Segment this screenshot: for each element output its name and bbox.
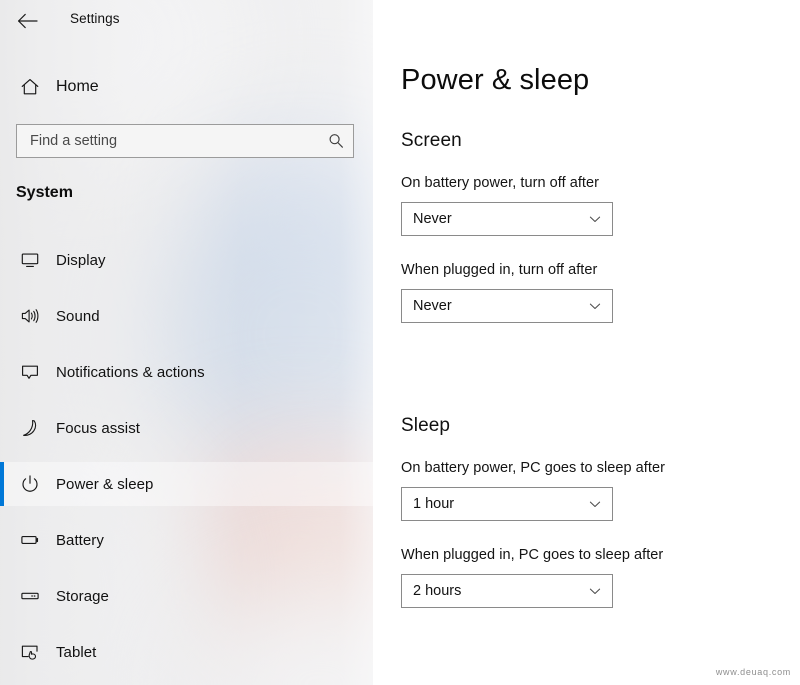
main-content: Power & sleep Screen On battery power, t… (373, 0, 800, 685)
dropdown-value: 2 hours (413, 583, 462, 599)
sidebar-item-focus-assist[interactable]: Focus assist (0, 406, 373, 450)
sleep-battery-timeout-dropdown[interactable]: 1 hour (401, 487, 613, 521)
field-label: When plugged in, PC goes to sleep after (401, 547, 664, 563)
sidebar-item-label: Storage (56, 587, 109, 605)
chevron-down-icon (578, 212, 612, 226)
sidebar-item-home-label: Home (56, 78, 99, 95)
storage-icon (8, 586, 52, 606)
power-icon (8, 474, 52, 494)
dropdown-value: Never (413, 211, 452, 227)
sidebar-item-label: Notifications & actions (56, 363, 205, 381)
search-box[interactable] (16, 124, 354, 158)
chevron-down-icon (578, 299, 612, 313)
chevron-down-icon (578, 497, 612, 511)
screen-battery-timeout-dropdown[interactable]: Never (401, 202, 613, 236)
sidebar-item-battery[interactable]: Battery (0, 518, 373, 562)
sidebar-item-sound[interactable]: Sound (0, 294, 373, 338)
watermark: www.deuaq.com (715, 667, 791, 677)
sidebar-item-power-and-sleep[interactable]: Power & sleep (0, 462, 373, 506)
section-heading: Screen (401, 130, 462, 151)
sidebar-nav-list: Display Sound Notifications & actions Fo… (0, 238, 373, 685)
sidebar-section-header: System (16, 184, 73, 201)
window-title: Settings (70, 11, 120, 26)
search-icon[interactable] (319, 132, 353, 150)
field-sleep-plugged: When plugged in, PC goes to sleep after … (401, 547, 771, 608)
sidebar-item-label: Power & sleep (56, 475, 154, 493)
sidebar-item-label: Sound (56, 307, 100, 325)
dropdown-value: 1 hour (413, 496, 455, 512)
sidebar-item-label: Tablet (56, 643, 97, 661)
back-arrow-icon (18, 13, 38, 29)
sidebar-item-home[interactable]: Home (0, 70, 373, 104)
back-button[interactable] (8, 3, 48, 39)
sidebar-item-storage[interactable]: Storage (0, 574, 373, 618)
page-title: Power & sleep (401, 64, 590, 96)
field-sleep-battery: On battery power, PC goes to sleep after… (401, 460, 771, 521)
sidebar-item-display[interactable]: Display (0, 238, 373, 282)
sidebar-item-label: Battery (56, 531, 104, 549)
sidebar-item-label: Display (56, 251, 106, 269)
sidebar-item-notifications[interactable]: Notifications & actions (0, 350, 373, 394)
home-icon (8, 77, 52, 97)
tablet-icon (8, 642, 52, 662)
section-heading: Sleep (401, 415, 451, 436)
screen-plugged-timeout-dropdown[interactable]: Never (401, 289, 613, 323)
field-label: On battery power, turn off after (401, 175, 599, 191)
sleep-plugged-timeout-dropdown[interactable]: 2 hours (401, 574, 613, 608)
dropdown-value: Never (413, 298, 452, 314)
field-label: On battery power, PC goes to sleep after (401, 460, 665, 476)
section-screen: Screen On battery power, turn off after … (401, 130, 771, 323)
titlebar: Settings (0, 0, 373, 44)
notifications-icon (8, 362, 52, 382)
section-sleep: Sleep On battery power, PC goes to sleep… (401, 415, 771, 608)
field-screen-plugged: When plugged in, turn off after Never (401, 262, 771, 323)
sidebar-item-tablet[interactable]: Tablet (0, 630, 373, 674)
search-input[interactable] (17, 125, 319, 157)
sound-icon (8, 306, 52, 326)
navigation-sidebar: Settings Home Find a setting System Disp… (0, 0, 373, 685)
sidebar-item-label: Focus assist (56, 419, 140, 437)
chevron-down-icon (578, 584, 612, 598)
display-icon (8, 250, 52, 270)
field-screen-battery: On battery power, turn off after Never (401, 175, 771, 236)
field-label: When plugged in, turn off after (401, 262, 598, 278)
moon-icon (8, 418, 52, 438)
settings-window: Settings Home Find a setting System Disp… (0, 0, 800, 685)
battery-icon (8, 530, 52, 550)
